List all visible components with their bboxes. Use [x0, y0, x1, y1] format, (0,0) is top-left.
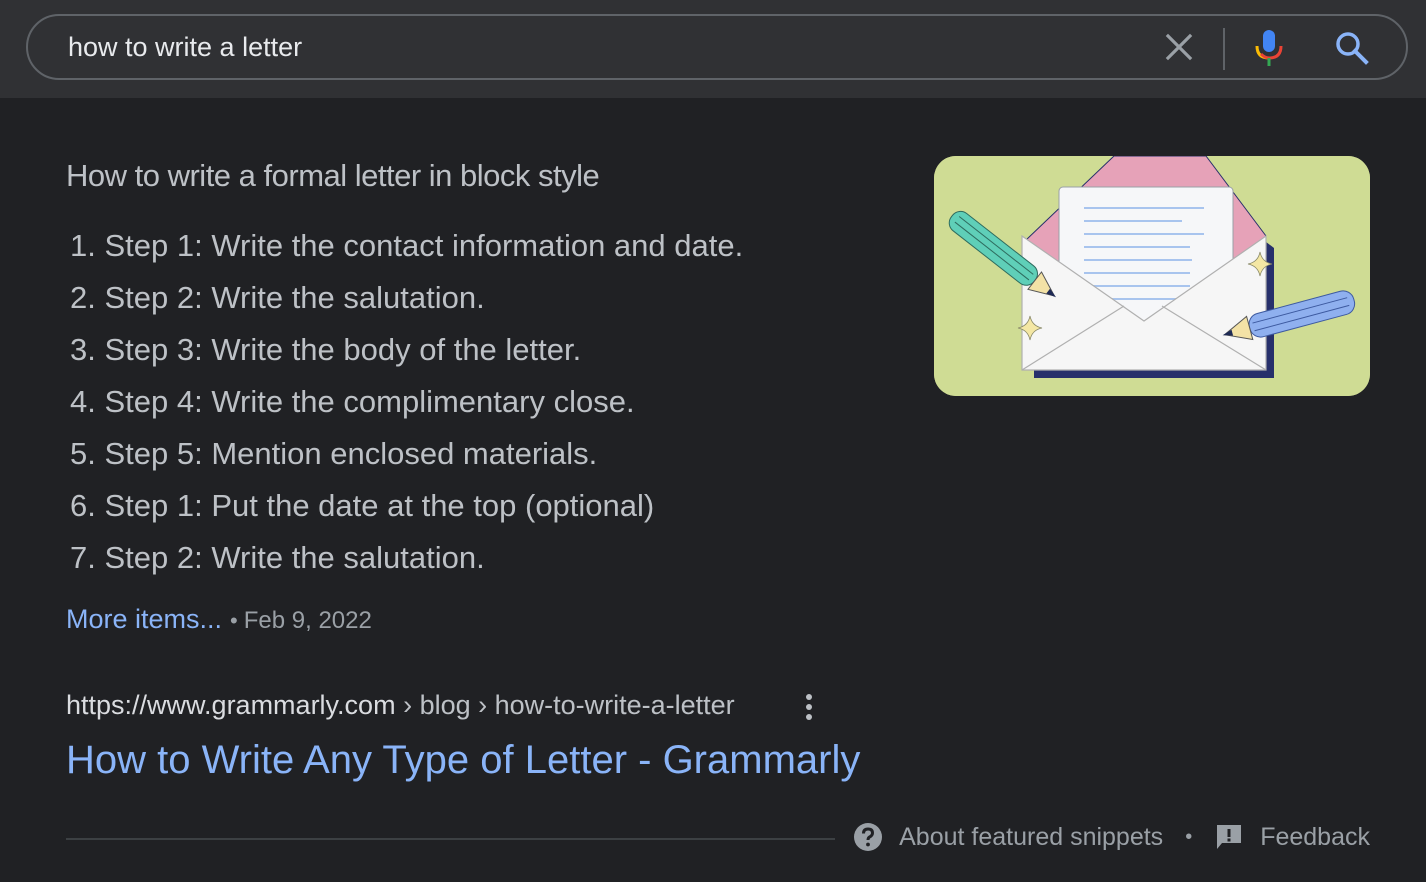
close-icon — [1165, 33, 1193, 61]
about-featured-snippets-label: About featured snippets — [899, 822, 1164, 851]
microphone-icon — [1255, 30, 1283, 66]
feedback-label: Feedback — [1260, 822, 1370, 851]
step-item: 4. Step 4: Write the complimentary close… — [70, 384, 635, 419]
step-item: 3. Step 3: Write the body of the letter. — [70, 332, 582, 367]
more-vertical-icon — [806, 694, 812, 720]
search-button[interactable] — [1334, 30, 1370, 66]
clear-search-button[interactable] — [1164, 32, 1194, 62]
more-items-link[interactable]: More items... — [66, 604, 222, 634]
search-icon — [1336, 32, 1369, 65]
citation-path: › blog › how-to-write-a-letter — [395, 690, 735, 720]
snippet-steps-list: 1. Step 1: Write the contact information… — [70, 222, 743, 586]
more-items-row: More items... • Feb 9, 2022 — [66, 604, 372, 635]
step-item: 5. Step 5: Mention enclosed materials. — [70, 436, 598, 471]
footer-separator: • — [1185, 825, 1193, 848]
result-citation[interactable]: https://www.grammarly.com › blog › how-t… — [66, 690, 735, 721]
voice-search-button[interactable] — [1252, 28, 1286, 70]
snippet-image[interactable] — [934, 156, 1370, 396]
separator-dot: • — [230, 608, 238, 633]
step-item: 7. Step 2: Write the salutation. — [70, 540, 485, 575]
feedback-link[interactable]: Feedback — [1214, 822, 1370, 852]
search-box — [26, 14, 1408, 80]
snippet-heading: How to write a formal letter in block st… — [66, 158, 600, 193]
snippet-footer: About featured snippets • Feedback — [853, 822, 1370, 852]
search-header — [0, 0, 1426, 98]
step-item: 6. Step 1: Put the date at the top (opti… — [70, 488, 655, 523]
about-featured-snippets-link[interactable]: About featured snippets — [853, 822, 1163, 852]
help-icon — [854, 823, 883, 851]
search-input[interactable] — [68, 16, 1128, 78]
step-item: 1. Step 1: Write the contact information… — [70, 228, 744, 263]
step-item: 2. Step 2: Write the salutation. — [70, 280, 485, 315]
search-box-divider — [1223, 28, 1225, 70]
snippet-date: Feb 9, 2022 — [243, 607, 372, 634]
section-divider — [66, 838, 835, 840]
feedback-icon — [1217, 825, 1242, 849]
envelope-letter-illustration — [934, 156, 1370, 396]
citation-domain: https://www.grammarly.com — [66, 690, 396, 720]
result-title-link[interactable]: How to Write Any Type of Letter - Gramma… — [66, 738, 860, 783]
result-more-options-button[interactable] — [798, 692, 820, 722]
